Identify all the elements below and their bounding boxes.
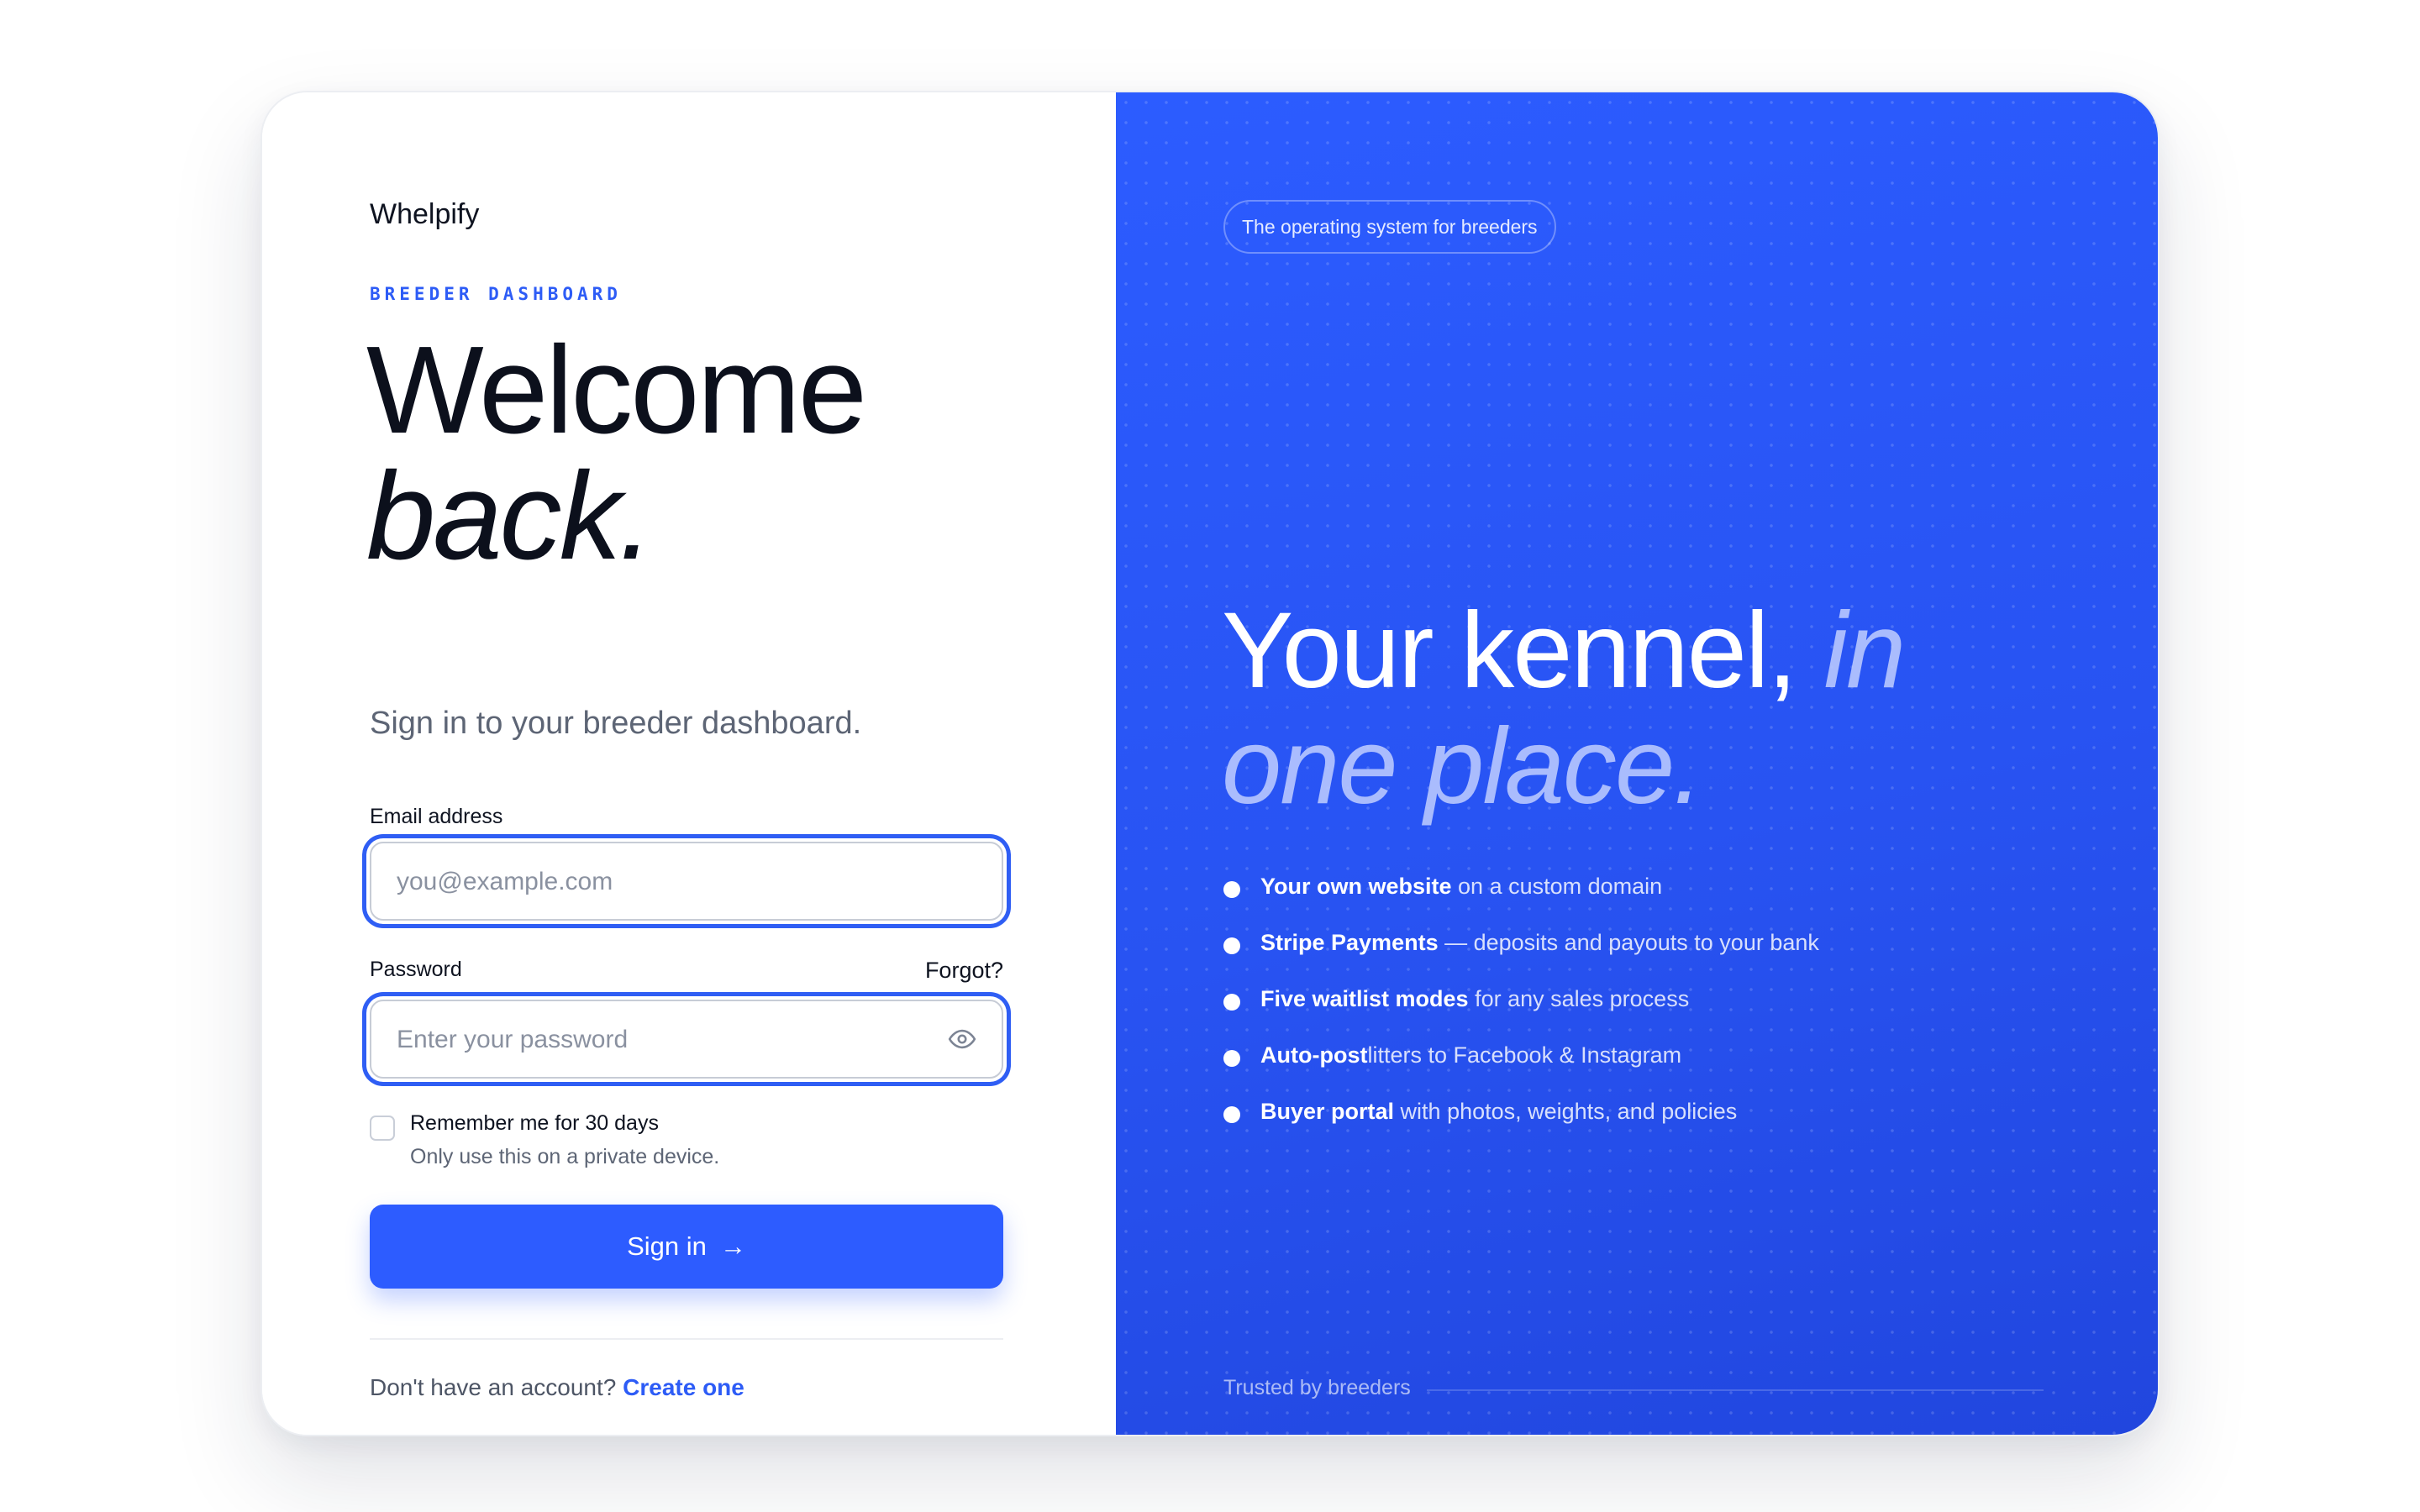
feature-desc: for any sales process (1468, 986, 1690, 1011)
password-field-wrapper (370, 1000, 1003, 1079)
feature-desc: on a custom domain (1451, 874, 1663, 899)
promo-panel: The operating system for breeders Your k… (1116, 92, 2158, 1435)
page-subtitle: Sign in to your breeder dashboard. (370, 706, 862, 741)
feature-title: Buyer portal (1260, 1099, 1395, 1124)
eyebrow-label: BREEDER DASHBOARD (370, 284, 622, 304)
email-field-wrapper (370, 842, 1003, 921)
sign-in-button[interactable]: Sign in → (370, 1205, 1003, 1289)
headline-accent-2: one place. (1222, 706, 1703, 827)
bullet-icon (1223, 994, 1240, 1011)
title-line-2: back. (366, 447, 654, 585)
remember-note: Only use this on a private device. (410, 1145, 720, 1168)
email-field[interactable] (395, 843, 936, 921)
bullet-icon (1223, 937, 1240, 954)
feature-desc: with photos, weights, and policies (1394, 1099, 1738, 1124)
divider (370, 1338, 1003, 1340)
title-line-1: Welcome (366, 321, 867, 459)
feature-title: Stripe Payments (1260, 930, 1439, 955)
tagline-badge: The operating system for breeders (1223, 200, 1556, 254)
feature-desc: — deposits and payouts to your bank (1438, 930, 1819, 955)
eye-icon[interactable] (948, 1025, 976, 1053)
feature-desc: litters to Facebook & Instagram (1367, 1042, 1682, 1068)
signin-card: Whelpify BREEDER DASHBOARD Welcome back.… (260, 91, 2160, 1436)
password-label: Password (370, 958, 462, 981)
remember-checkbox[interactable] (370, 1116, 395, 1141)
create-account-prompt: Don't have an account? Create one (370, 1374, 744, 1401)
password-field[interactable] (395, 1001, 936, 1079)
headline-main: Your kennel, (1222, 591, 1797, 711)
feature-title: Five waitlist modes (1260, 986, 1469, 1011)
feature-title: Auto-post (1260, 1042, 1368, 1068)
forgot-password-link[interactable]: Forgot? (919, 958, 1003, 984)
email-label: Email address (370, 805, 503, 828)
arrow-right-icon: → (719, 1231, 746, 1261)
brand-logo[interactable]: Whelpify (370, 198, 479, 231)
remember-label[interactable]: Remember me for 30 days (410, 1111, 659, 1136)
bullet-icon (1223, 881, 1240, 898)
trusted-label: Trusted by breeders (1223, 1376, 1411, 1399)
bullet-icon (1223, 1050, 1240, 1067)
headline-accent-1: in (1823, 591, 1907, 711)
bullet-icon (1223, 1106, 1240, 1123)
trusted-divider (1427, 1389, 2044, 1391)
page-title: Welcome back. (366, 328, 867, 585)
signin-panel: Whelpify BREEDER DASHBOARD Welcome back.… (262, 92, 1116, 1435)
sign-in-label: Sign in (627, 1231, 707, 1261)
create-account-link[interactable]: Create one (623, 1374, 744, 1400)
promo-headline: Your kennel, in one place. (1222, 591, 1907, 827)
feature-title: Your own website (1260, 874, 1452, 899)
create-account-text: Don't have an account? (370, 1374, 617, 1400)
